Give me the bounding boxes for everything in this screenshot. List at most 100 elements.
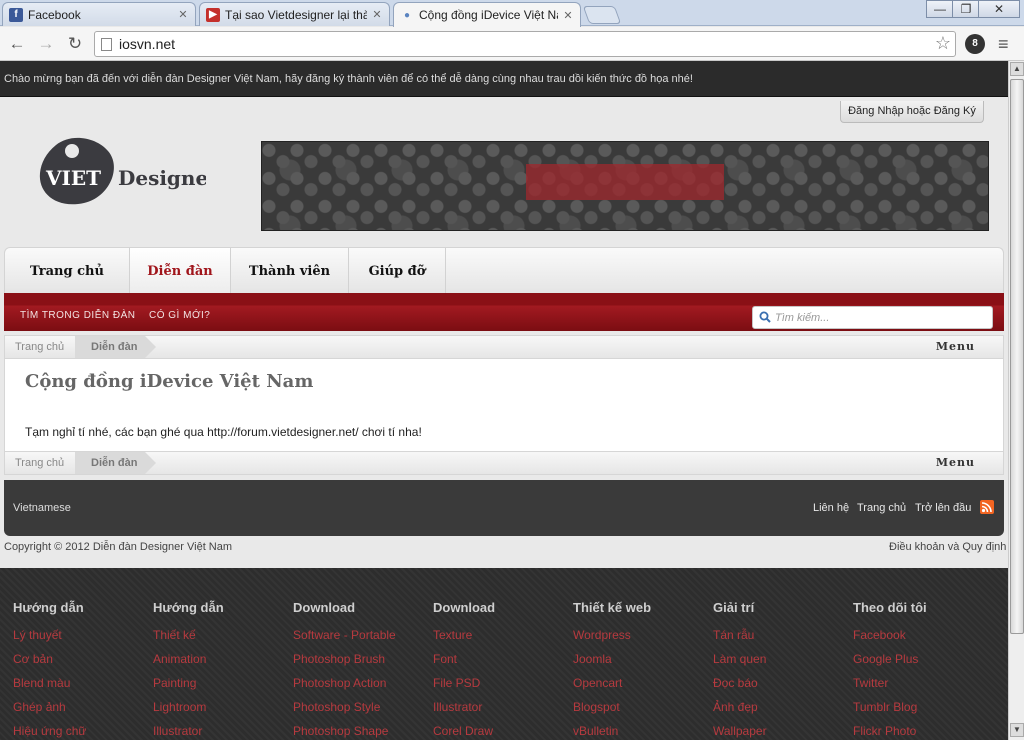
footer-links: Hướng dẫn Lý thuyết Cơ bản Blend màu Ghé… (0, 568, 1008, 740)
browser-tab-vietdesigner[interactable]: ▶ Tại sao Vietdesigner lại thành ✕ (199, 2, 390, 26)
footer-heading: Download (293, 600, 356, 615)
forward-arrow-icon[interactable]: → (35, 33, 57, 55)
footer-link[interactable]: Facebook (853, 623, 993, 647)
footer-link[interactable]: Photoshop Shape (293, 719, 433, 740)
page-viewport: Chào mừng bạn đã đến với diễn đàn Design… (0, 61, 1008, 740)
footer-link[interactable]: Đọc báo (713, 671, 853, 695)
footer-link[interactable]: Lý thuyết (13, 623, 153, 647)
header-banner[interactable] (261, 141, 989, 231)
site-logo[interactable]: VIET Designer (36, 133, 219, 209)
breadcrumb-home[interactable]: Trang chủ (5, 452, 64, 474)
back-arrow-icon[interactable]: ← (6, 33, 28, 55)
search-box[interactable] (752, 306, 993, 329)
bookmark-star-icon[interactable]: ☆ (935, 33, 951, 54)
maximize-button[interactable]: ❐ (952, 0, 980, 18)
footer-link[interactable]: Illustrator (153, 719, 293, 740)
welcome-bar: Chào mừng bạn đã đến với diễn đàn Design… (0, 61, 1008, 97)
footer-link[interactable]: Texture (433, 623, 573, 647)
scrollbar-thumb[interactable] (1010, 79, 1024, 634)
footer-link[interactable]: Google Plus (853, 647, 993, 671)
footer-link[interactable]: Thiết kế (153, 623, 293, 647)
scroll-down-icon[interactable]: ▼ (1010, 723, 1024, 737)
close-icon[interactable]: ✕ (371, 8, 383, 21)
terms-link[interactable]: Điều khoản và Quy định (889, 541, 1006, 553)
login-register-link[interactable]: Đăng Nhập hoặc Đăng Ký (840, 101, 984, 123)
footer-link[interactable]: Illustrator (433, 695, 573, 719)
breadcrumb-bottom: Trang chủ Diễn đàn Menu (4, 451, 1004, 475)
new-tab-button[interactable] (582, 6, 622, 24)
search-input[interactable] (775, 310, 985, 326)
breadcrumb-menu[interactable]: Menu (936, 456, 975, 469)
footer-link[interactable]: Tumblr Blog (853, 695, 993, 719)
footer-link[interactable]: vBulletin (573, 719, 713, 740)
language-chooser[interactable]: Vietnamese (13, 502, 71, 514)
extension-icon[interactable]: 8 (965, 34, 985, 54)
whats-new-link[interactable]: CÓ GÌ MỚI? (149, 310, 210, 321)
footer-link[interactable]: Blogspot (573, 695, 713, 719)
footer-link[interactable]: Software - Portable (293, 623, 433, 647)
close-window-button[interactable]: ✕ (978, 0, 1020, 18)
facebook-icon: f (9, 7, 23, 22)
footer-heading: Hướng dẫn (153, 600, 224, 615)
banner-highlight (526, 164, 724, 200)
footer-column: Hướng dẫn Thiết kế Animation Painting Li… (153, 600, 293, 740)
footer-heading: Theo dõi tôi (853, 600, 927, 615)
logo-text-designer: Designer (118, 166, 206, 190)
close-icon[interactable]: ✕ (562, 9, 574, 22)
browser-tab-facebook[interactable]: f Facebook ✕ (2, 2, 196, 26)
footer-link[interactable]: Twitter (853, 671, 993, 695)
vertical-scrollbar[interactable]: ▲ ▼ (1008, 61, 1024, 740)
footer-link[interactable]: Wordpress (573, 623, 713, 647)
footer-link[interactable]: Animation (153, 647, 293, 671)
footer-link[interactable]: File PSD (433, 671, 573, 695)
footer-link[interactable]: Tán rẫu (713, 623, 853, 647)
tab-help[interactable]: Giúp đỡ (349, 248, 446, 294)
footer-link[interactable]: Ghép ảnh (13, 695, 153, 719)
home-link[interactable]: Trang chủ (857, 502, 906, 514)
minimize-button[interactable]: — (926, 0, 954, 18)
browser-toolbar: ← → ↻ ☆ 8 ≡ (0, 27, 1024, 61)
footer-link[interactable]: Flickr Photo (853, 719, 993, 740)
footer-link[interactable]: Lightroom (153, 695, 293, 719)
logo-text-viet: VIET (45, 166, 101, 190)
address-bar[interactable]: ☆ (94, 31, 956, 57)
footer-bar: Vietnamese Liên hệ Trang chủ Trở lên đầu (4, 480, 1004, 536)
footer-link[interactable]: Wallpaper (713, 719, 853, 740)
footer-link[interactable]: Font (433, 647, 573, 671)
footer-link[interactable]: Painting (153, 671, 293, 695)
maintenance-notice: Tạm nghỉ tí nhé, các bạn ghé qua http://… (25, 425, 422, 439)
url-input[interactable] (119, 35, 919, 53)
close-icon[interactable]: ✕ (177, 8, 189, 21)
breadcrumb-current[interactable]: Diễn đàn (75, 452, 157, 474)
footer-link[interactable]: Ảnh đẹp (713, 695, 853, 719)
footer-link[interactable]: Corel Draw (433, 719, 573, 740)
footer-link[interactable]: Blend màu (13, 671, 153, 695)
footer-link[interactable]: Photoshop Style (293, 695, 433, 719)
footer-link[interactable]: Photoshop Brush (293, 647, 433, 671)
back-to-top-link[interactable]: Trở lên đầu (915, 502, 971, 514)
breadcrumb-menu[interactable]: Menu (936, 340, 975, 353)
browser-tabstrip: f Facebook ✕ ▶ Tại sao Vietdesigner lại … (0, 0, 1024, 27)
footer-link[interactable]: Photoshop Action (293, 671, 433, 695)
footer-link[interactable]: Cơ bản (13, 647, 153, 671)
tab-forums[interactable]: Diễn đàn (130, 248, 231, 294)
tab-title: Tại sao Vietdesigner lại thành (225, 7, 367, 22)
breadcrumb-home[interactable]: Trang chủ (5, 336, 64, 358)
breadcrumb-current[interactable]: Diễn đàn (75, 336, 157, 358)
rss-icon[interactable] (980, 500, 994, 514)
tab-members[interactable]: Thành viên (231, 248, 349, 294)
tab-home[interactable]: Trang chủ (5, 248, 130, 294)
footer-link[interactable]: Hiệu ứng chữ (13, 719, 153, 740)
footer-link[interactable]: Opencart (573, 671, 713, 695)
footer-link[interactable]: Làm quen (713, 647, 853, 671)
search-forums-link[interactable]: TÌM TRONG DIỄN ĐÀN (20, 310, 135, 321)
content-area: Cộng đồng iDevice Việt Nam Tạm nghỉ tí n… (4, 359, 1004, 451)
menu-icon[interactable]: ≡ (998, 34, 1014, 54)
contact-link[interactable]: Liên hệ (813, 502, 849, 514)
scroll-up-icon[interactable]: ▲ (1010, 62, 1024, 76)
footer-heading: Giải trí (713, 600, 755, 615)
footer-column: Download Texture Font File PSD Illustrat… (433, 600, 573, 740)
footer-link[interactable]: Joomla (573, 647, 713, 671)
reload-icon[interactable]: ↻ (64, 33, 86, 55)
browser-tab-idevice[interactable]: ● Cộng đồng iDevice Việt Nam ✕ (393, 2, 581, 27)
